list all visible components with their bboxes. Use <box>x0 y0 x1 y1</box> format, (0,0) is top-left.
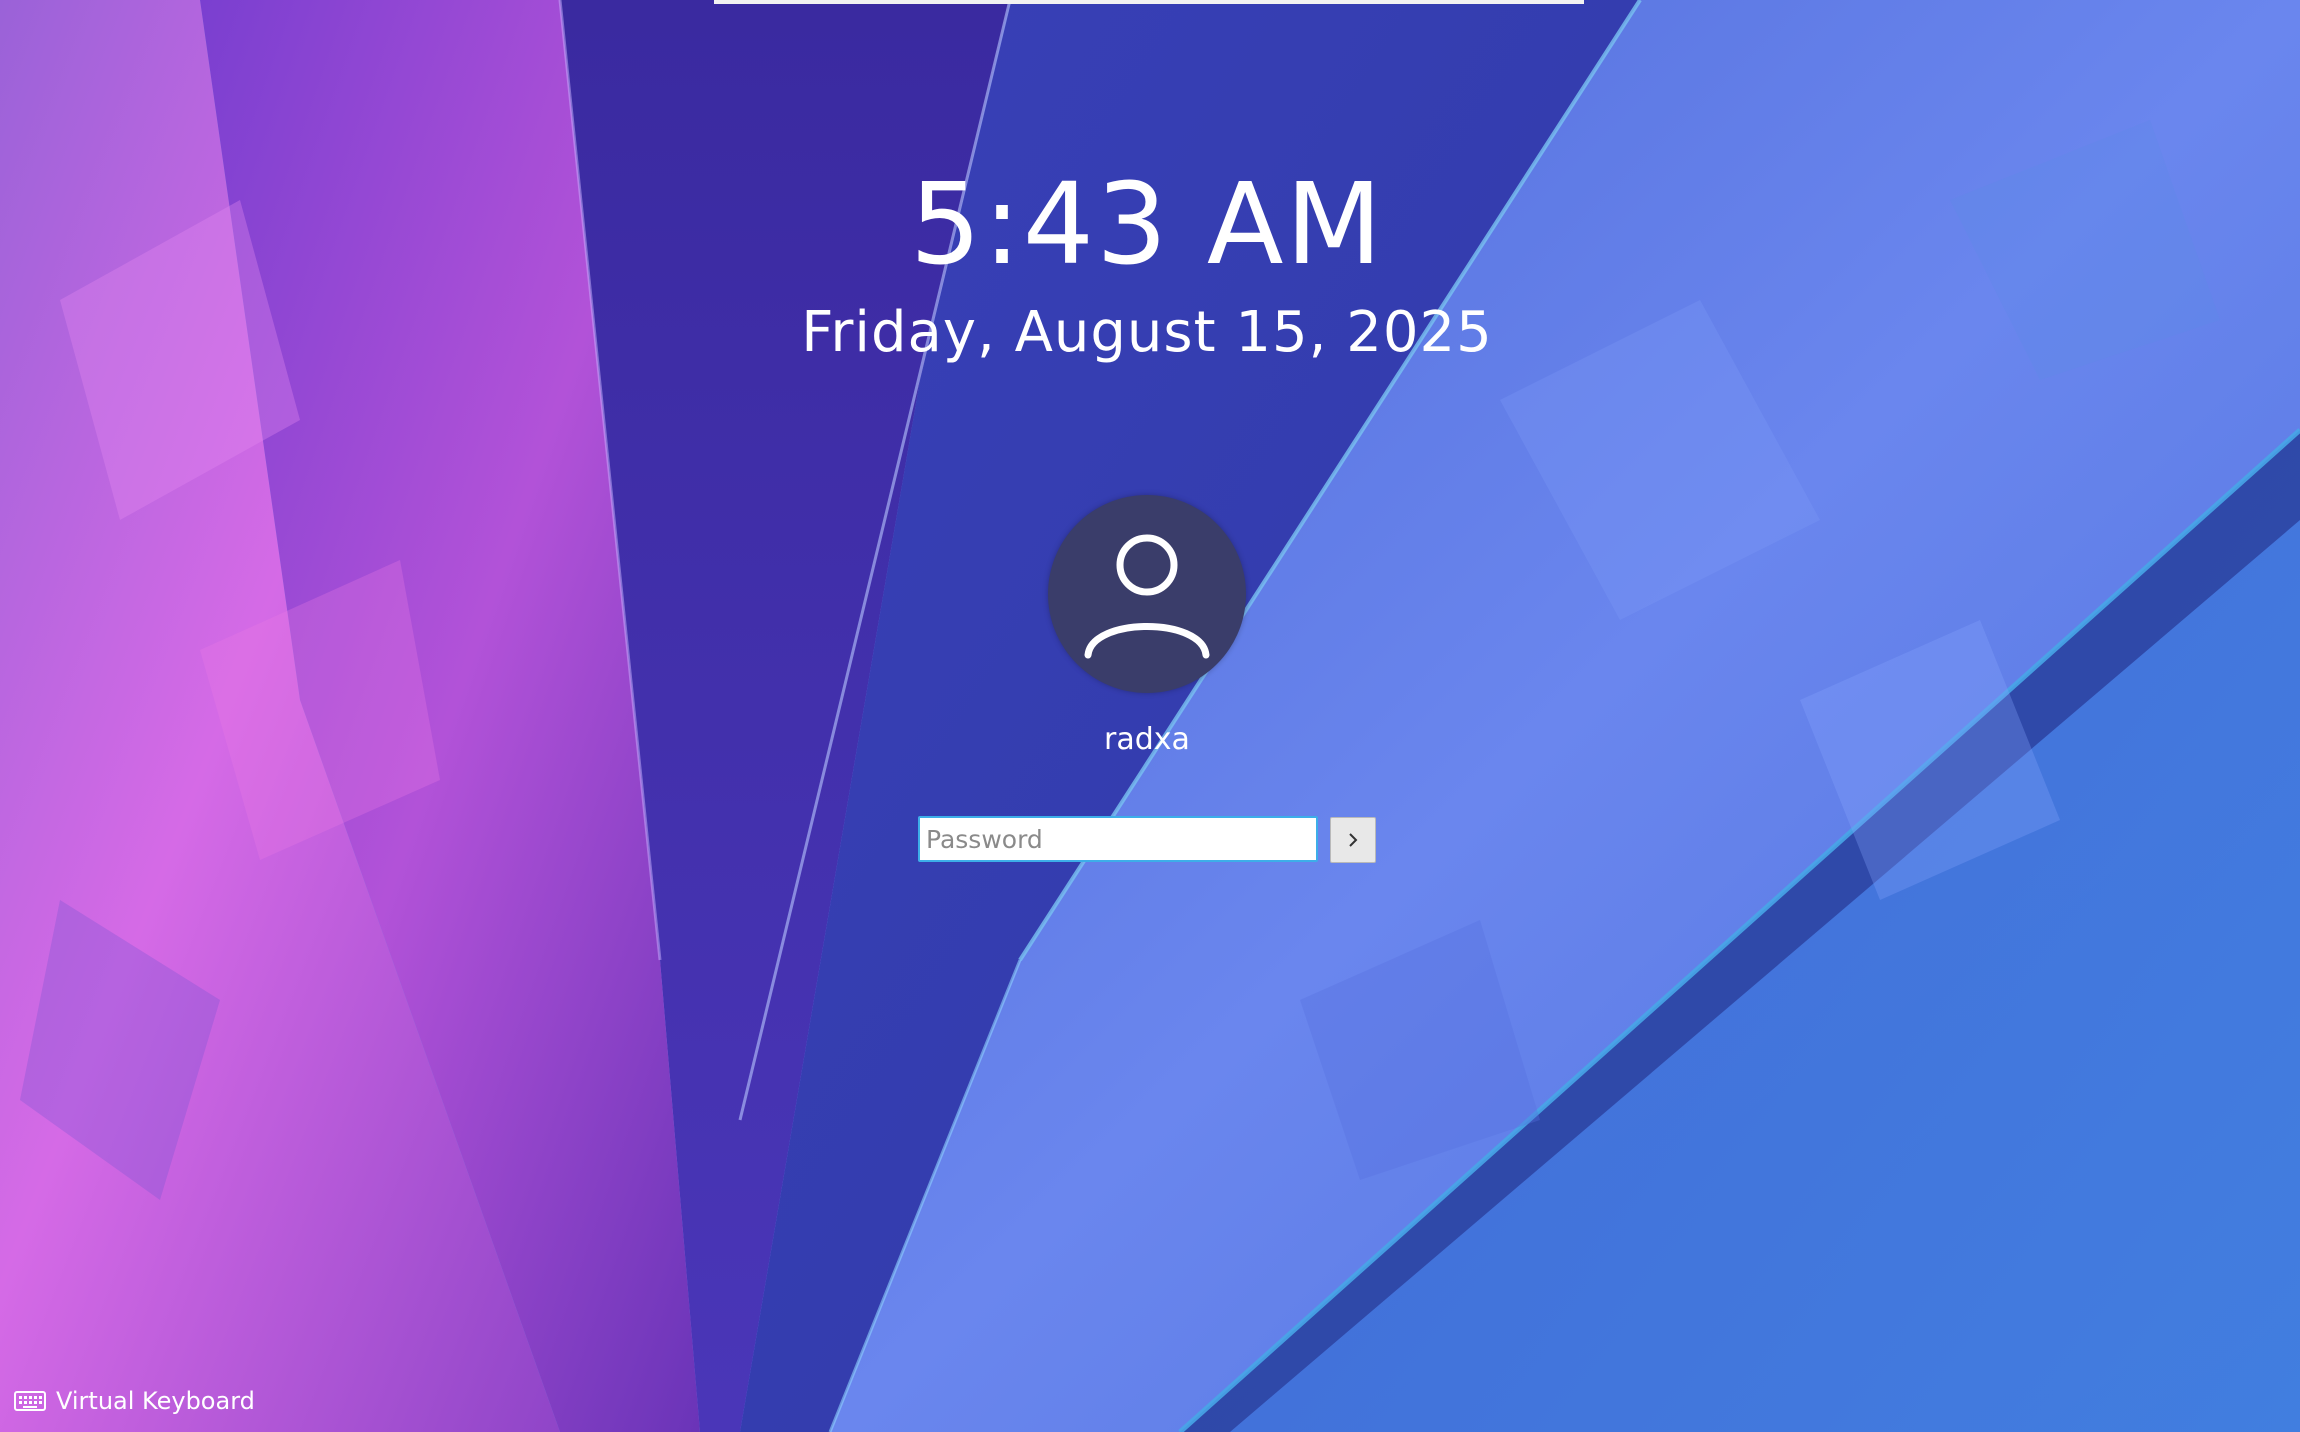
virtual-keyboard-button[interactable]: Virtual Keyboard <box>14 1385 255 1417</box>
username-label: radxa <box>1104 722 1190 757</box>
keyboard-icon <box>14 1391 46 1411</box>
clock-time: 5:43 AM <box>909 160 1385 290</box>
clock-date: Friday, August 15, 2025 <box>801 300 1493 365</box>
user-silhouette-icon <box>1084 534 1210 659</box>
unlock-submit-button[interactable] <box>1330 817 1376 863</box>
virtual-keyboard-label: Virtual Keyboard <box>56 1387 255 1415</box>
top-bar <box>714 0 1584 4</box>
password-input[interactable] <box>918 816 1318 862</box>
chevron-right-icon <box>1349 833 1358 847</box>
user-avatar[interactable] <box>1048 495 1246 693</box>
lock-screen: 5:43 AM Friday, August 15, 2025 radxa Vi… <box>0 0 2300 1432</box>
